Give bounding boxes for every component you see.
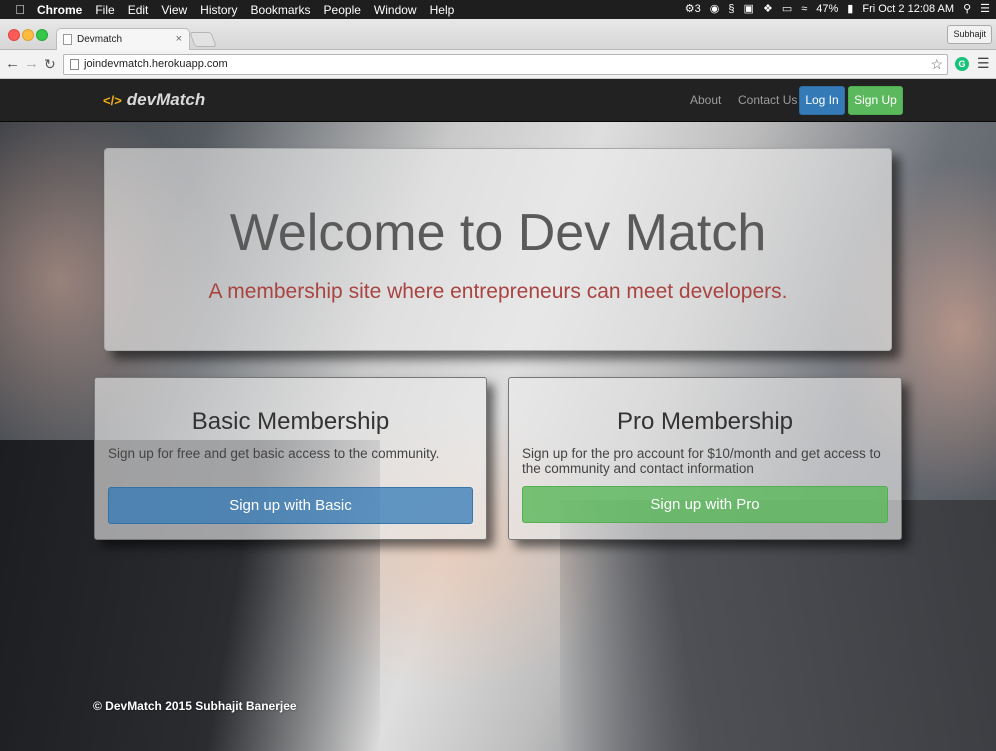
page-icon [70, 59, 79, 70]
menu-people[interactable]: People [324, 3, 361, 17]
browser-toolbar: ← → ↻ joindevmatch.herokuapp.com ☆ [0, 50, 996, 79]
pro-membership-description: Sign up for the pro account for $10/mont… [522, 446, 881, 476]
clock[interactable]: Fri Oct 2 12:08 AM [862, 0, 954, 19]
url-text: joindevmatch.herokuapp.com [84, 58, 228, 70]
creative-cloud-icon[interactable]: ◉ [710, 0, 720, 19]
close-window-button[interactable] [8, 29, 20, 41]
page-subtitle: A membership site where entrepreneurs ca… [208, 280, 788, 303]
page-favicon-icon [63, 34, 72, 45]
pro-membership-panel: Pro Membership Sign up for the pro accou… [508, 377, 902, 540]
basic-membership-panel: Basic Membership Sign up for free and ge… [94, 377, 487, 540]
profile-button[interactable]: Subhajit [947, 25, 992, 44]
back-arrow-icon[interactable]: ← [5, 55, 20, 73]
apple-logo-icon[interactable]:  [11, 2, 29, 17]
tab-title: Devmatch [77, 34, 123, 45]
menu-edit[interactable]: Edit [128, 3, 149, 17]
notification-center-icon[interactable]: ☰ [980, 0, 990, 19]
welcome-jumbotron: Welcome to Dev Match A membership site w… [104, 148, 892, 351]
menu-view[interactable]: View [161, 3, 187, 17]
reload-icon[interactable]: ↻ [44, 55, 56, 73]
screen-icon[interactable]: ▣ [744, 0, 754, 19]
menu-history[interactable]: History [200, 3, 237, 17]
nav-contact-link[interactable]: Contact Us [738, 93, 797, 107]
basic-membership-description: Sign up for free and get basic access to… [108, 446, 440, 461]
pro-membership-title: Pro Membership [616, 408, 794, 435]
forward-arrow-icon[interactable]: → [24, 55, 39, 73]
signup-button[interactable]: Sign Up [848, 86, 903, 115]
battery-icon[interactable]: ▮ [847, 0, 853, 19]
menu-file[interactable]: File [95, 3, 114, 17]
menu-bookmarks[interactable]: Bookmarks [251, 3, 311, 17]
wifi-icon[interactable]: ≈ [801, 0, 807, 19]
code-icon: </> [103, 92, 122, 108]
menu-chrome[interactable]: Chrome [37, 3, 82, 17]
menu-window[interactable]: Window [374, 3, 417, 17]
zoom-window-button[interactable] [36, 29, 48, 41]
battery-percent[interactable]: 47% [816, 0, 838, 19]
brand-logo[interactable]: </> devMatch [103, 90, 205, 110]
new-tab-button[interactable] [189, 32, 217, 47]
page-title: Welcome to Dev Match [229, 204, 767, 262]
minimize-window-button[interactable] [22, 29, 34, 41]
address-bar[interactable]: joindevmatch.herokuapp.com ☆ [63, 54, 948, 75]
page-viewport: </> devMatch About Contact Us Log In Sig… [0, 80, 996, 751]
notification-count[interactable]: ⚙3 [685, 0, 701, 19]
sync-icon[interactable]: § [728, 0, 734, 19]
nav-about-link[interactable]: About [690, 93, 721, 107]
basic-membership-title: Basic Membership [191, 408, 390, 435]
site-navbar: </> devMatch About Contact Us Log In Sig… [0, 80, 996, 122]
brand-name: devMatch [126, 90, 206, 109]
login-button[interactable]: Log In [799, 86, 845, 115]
bookmark-star-icon[interactable]: ☆ [930, 55, 943, 74]
site-footer: © DevMatch 2015 Subhajit Banerjee [93, 699, 297, 713]
signup-pro-button[interactable]: Sign up with Pro [522, 486, 888, 523]
spotlight-icon[interactable]: ⚲ [963, 0, 971, 19]
tab-strip: Devmatch × Subhajit [0, 19, 996, 50]
grammarly-extension-icon[interactable]: G [955, 57, 969, 71]
menu-help[interactable]: Help [430, 3, 455, 17]
airplay-icon[interactable]: ▭ [782, 0, 792, 19]
tab-devmatch[interactable]: Devmatch × [56, 28, 190, 50]
dropbox-icon[interactable]: ❖ [763, 0, 773, 19]
os-menubar:  Chrome File Edit View History Bookmark… [0, 0, 996, 19]
tab-close-icon[interactable]: × [176, 33, 182, 45]
signup-basic-button[interactable]: Sign up with Basic [108, 487, 473, 524]
chrome-menu-icon[interactable]: ☰ [977, 55, 990, 72]
status-area: ⚙3 ◉ § ▣ ❖ ▭ ≈ 47% ▮ Fri Oct 2 12:08 AM … [685, 0, 990, 19]
